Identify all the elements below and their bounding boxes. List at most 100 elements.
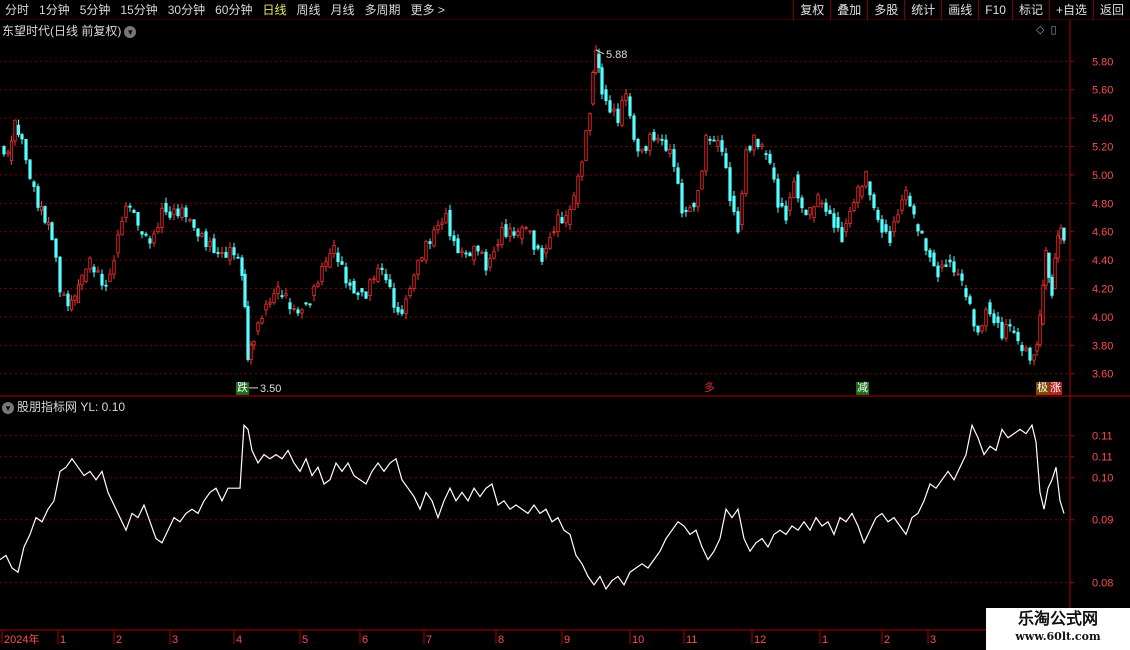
candle-body [380,267,384,270]
candle-body [892,221,896,233]
candle-body [252,340,256,346]
candle-body [92,266,96,273]
candle-body [28,159,32,179]
candle-body [1038,314,1042,346]
chevron-down-icon[interactable]: ▾ [2,401,14,414]
candle-body [2,146,6,155]
time-axis-label: 10 [632,634,644,646]
candle-body [312,285,316,296]
candle-body [984,308,988,327]
candle-body [932,252,936,267]
period-tab[interactable]: 日线 [257,0,291,20]
tool-button[interactable]: 叠加 [830,0,867,20]
time-axis-label: 12 [754,634,766,646]
tool-button[interactable]: 画线 [941,0,978,20]
candle-body [43,206,47,223]
tool-button[interactable]: 复权 [793,0,830,20]
candle-body [112,260,116,275]
diamond-icon[interactable]: ◇ [1036,23,1044,36]
period-tab[interactable]: 30分钟 [163,0,210,20]
signal-tag-duo: 多 [704,382,715,394]
period-tab[interactable]: 更多 > [406,0,450,20]
period-tab[interactable]: 60分钟 [210,0,257,20]
time-axis-label: 5 [302,634,308,646]
candle-body [136,212,140,226]
candle-body [1000,322,1004,339]
candle-body [50,222,54,241]
candle-body [348,282,352,286]
candle-body [316,283,320,287]
watermark-title: 乐淘公式网 [1017,609,1098,628]
candle-body [668,149,672,155]
candle-body [62,293,66,297]
candle-body [104,284,108,287]
candle-body [54,238,58,258]
tool-button[interactable]: 返回 [1092,0,1130,20]
candle-body [812,206,816,218]
period-tab[interactable]: 分时 [0,0,34,20]
candle-body [692,202,696,208]
candle-body [420,257,424,261]
candle-body [604,89,608,102]
tool-button[interactable]: 统计 [904,0,941,20]
tool-button[interactable]: 多股 [867,0,904,20]
time-axis-label: 1 [60,634,66,646]
kline-chart[interactable]: 5.80 5.60 5.40 5.20 5.00 4.80 4.60 4.40 4.20 4.00… [0,20,1130,650]
tool-button[interactable]: 标记 [1011,0,1049,20]
candle-body [264,303,268,311]
candle-body [1020,344,1024,352]
candle-body [832,213,836,228]
candle-body [660,139,664,141]
candle-body [544,247,548,254]
period-tab[interactable]: 多周期 [360,0,406,20]
candle-body [480,251,484,254]
candle-body [340,261,344,265]
indicator-y-label: 0.11 [1092,431,1113,443]
period-tab[interactable]: 5分钟 [75,0,116,20]
candle-body [368,279,372,297]
candle-body [216,252,220,254]
candle-body [476,245,480,252]
candle-body [1008,324,1012,327]
candle-body [756,139,760,147]
candle-body [156,227,160,233]
candle-body [548,237,552,249]
period-tab[interactable]: 周线 [291,0,325,20]
candle-body [912,205,916,215]
candle-body [260,318,264,324]
tool-button[interactable]: +自选 [1048,0,1093,20]
chart-area[interactable]: 5.80 5.60 5.40 5.20 5.00 4.80 4.60 4.40 4.20 4.00… [0,20,1130,650]
candle-body [404,298,408,314]
time-axis-label: 2024年 [4,632,39,646]
candle-body [360,288,364,293]
window-icon[interactable]: ▯ [1050,23,1056,36]
candle-body [636,139,640,152]
candle-body [120,220,124,236]
indicator-y-label: 0.08 [1092,578,1113,590]
candle-body [640,148,644,152]
candle-body [876,209,880,220]
period-tab[interactable]: 月线 [326,0,360,20]
indicator-y-label: 0.11 [1092,452,1113,464]
candle-body [916,224,920,232]
candle-body [956,273,960,276]
time-axis-label: 7 [426,634,432,646]
candle-body [820,202,824,205]
chevron-down-icon[interactable]: ▾ [124,25,137,38]
candle-body [304,302,308,305]
candle-body [860,185,864,197]
tool-button[interactable]: F10 [978,0,1012,20]
candle-body [960,273,964,281]
candle-body [576,175,580,204]
candle-body [656,137,660,141]
candle-body [520,227,524,240]
candle-body [280,295,284,298]
candle-body [744,149,748,194]
candle-body [272,293,276,304]
candle-body [1035,344,1039,352]
candle-body [308,303,312,306]
period-tab[interactable]: 1分钟 [34,0,75,20]
candle-body [144,233,148,236]
candle-body [904,189,908,201]
period-tab[interactable]: 15分钟 [115,0,162,20]
